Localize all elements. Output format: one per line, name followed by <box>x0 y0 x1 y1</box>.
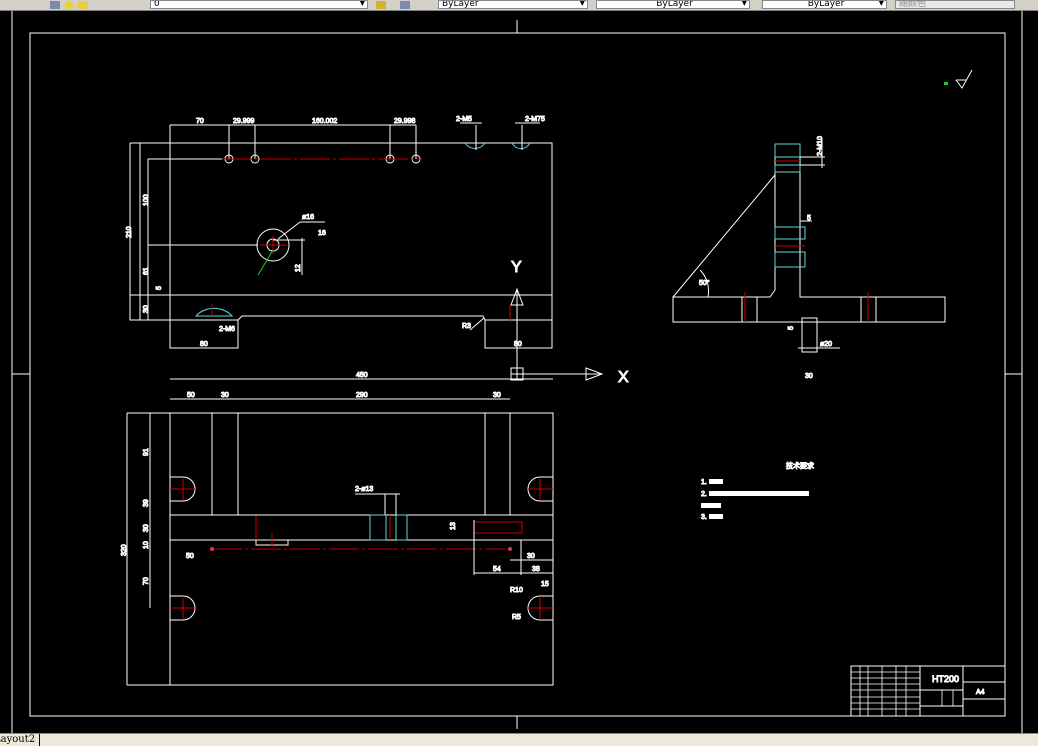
chevron-down-icon: ▼ <box>741 0 747 7</box>
lineweight-value: ByLayer <box>807 0 845 9</box>
dim-text: R3 <box>462 323 471 330</box>
chevron-down-icon: ▼ <box>359 0 365 7</box>
dim-text: 39 <box>143 499 150 507</box>
dim-text: 290 <box>356 392 368 399</box>
dim-text: 50 <box>186 553 194 560</box>
dim-text: 13 <box>450 522 457 530</box>
make-current-layer-icon[interactable] <box>376 1 386 9</box>
dim-text: 2-M10 <box>817 136 824 156</box>
dim-text: ø20 <box>820 341 832 348</box>
ucs-x-label: X <box>618 369 629 386</box>
dim-text: ø16 <box>302 214 314 221</box>
layer-dropdown[interactable]: 0 ▼ <box>150 0 368 9</box>
top-view <box>129 122 553 349</box>
top-view-dimensions: 70 29.999 160.002 29.998 2-M5 2-M75 210 … <box>126 116 546 349</box>
note-item: 3. <box>701 514 707 521</box>
dim-text: 30 <box>221 392 229 399</box>
dim-text: 29.999 <box>233 118 255 125</box>
dim-text: R10 <box>510 587 523 594</box>
layout-tab-bar: Layout2 <box>0 733 1038 746</box>
dim-text: 30 <box>143 524 150 532</box>
sheet-size-text: A4 <box>976 689 985 696</box>
roughness-symbol <box>944 69 973 89</box>
dim-text: 30 <box>527 553 535 560</box>
plotstyle-dropdown[interactable]: 随颜色 <box>895 0 1015 9</box>
dim-text: 30 <box>493 392 501 399</box>
tab-layout2[interactable]: Layout2 <box>0 734 41 746</box>
dim-text: 61 <box>143 267 150 275</box>
linetype-dropdown[interactable]: ByLayer ▼ <box>596 0 750 9</box>
dim-text: 91 <box>143 448 150 456</box>
title-block: HT200 A4 <box>850 665 1006 717</box>
linetype-value: ByLayer <box>656 0 693 9</box>
notes-title: 技术要求 <box>786 461 814 470</box>
dim-text: 30 <box>143 305 150 313</box>
dim-text: 80 <box>514 341 522 348</box>
dim-text: 450 <box>356 372 368 379</box>
sun-icon[interactable] <box>78 1 88 9</box>
dim-text: 29.998 <box>394 118 416 125</box>
drawing-canvas[interactable]: 70 29.999 160.002 29.998 2-M5 2-M75 210 … <box>0 11 1038 733</box>
layers-icon[interactable] <box>50 1 60 9</box>
dim-text: 70 <box>196 118 204 125</box>
layer-value: 0 <box>154 0 160 9</box>
layer-previous-icon[interactable] <box>400 1 410 9</box>
dim-text: 160.002 <box>312 118 337 125</box>
technical-notes: 技术要求 1. 2. 3. <box>701 461 815 522</box>
dim-text: 2-M6 <box>219 326 235 333</box>
ucs-icon: Y X <box>510 259 630 387</box>
lightbulb-icon[interactable] <box>64 1 74 9</box>
dim-text: 5 <box>788 326 795 330</box>
front-view <box>126 378 554 686</box>
plotstyle-value: 随颜色 <box>899 0 927 9</box>
dim-text: 12 <box>295 264 302 272</box>
dim-text: 80 <box>200 341 208 348</box>
color-dropdown[interactable]: ByLayer ▼ <box>438 0 588 9</box>
note-item: 2. <box>701 491 707 498</box>
lineweight-dropdown[interactable]: ByLayer ▼ <box>762 0 887 9</box>
dim-text: 2-M5 <box>456 116 472 123</box>
dim-text: 38 <box>532 566 540 573</box>
dim-text: 54 <box>493 566 501 573</box>
chevron-down-icon: ▼ <box>878 0 884 7</box>
dim-text: 2-ø13 <box>355 486 373 493</box>
dim-text: 5 <box>807 215 811 222</box>
side-view-dimensions: 2-M10 5 50° 5 ø20 30 <box>699 136 833 381</box>
dim-text: 10 <box>143 541 150 549</box>
dim-text: 320 <box>121 544 128 556</box>
dim-text: 50 <box>187 392 195 399</box>
dim-text: 210 <box>126 226 133 238</box>
dim-text: 100 <box>143 194 150 206</box>
chevron-down-icon: ▼ <box>579 0 585 7</box>
dim-text: 30 <box>805 373 813 380</box>
color-value: ByLayer <box>442 0 479 9</box>
dim-text: 16 <box>318 230 326 237</box>
toolbar: 0 ▼ ByLayer ▼ ByLayer ▼ ByLayer ▼ 随颜色 <box>0 0 1038 11</box>
dim-text: R5 <box>512 614 521 621</box>
dim-text: 5 <box>156 286 163 290</box>
dim-text: 2-M75 <box>525 116 545 123</box>
tab-label: Layout2 <box>0 734 36 745</box>
note-item: 1. <box>701 479 707 486</box>
material-text: HT200 <box>932 674 959 684</box>
side-view <box>672 138 946 353</box>
dim-text: 50° <box>699 279 710 287</box>
ucs-y-label: Y <box>511 259 522 276</box>
dim-text: 70 <box>143 577 150 585</box>
dim-text: 15 <box>541 581 549 588</box>
